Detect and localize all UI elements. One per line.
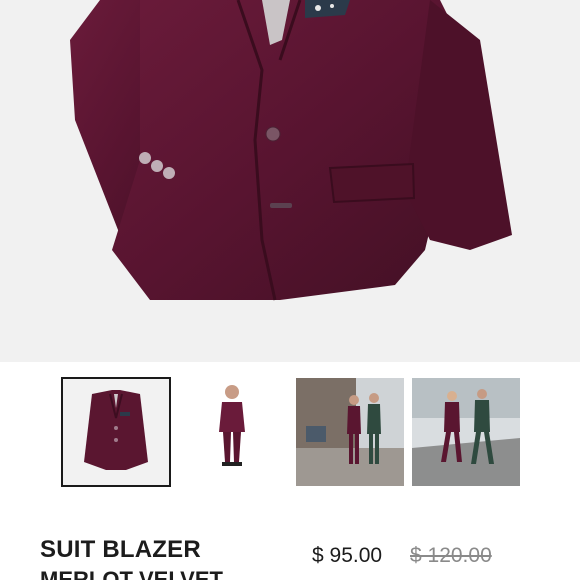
thumbnail-strip bbox=[0, 362, 580, 500]
product-hero-image[interactable] bbox=[0, 0, 580, 362]
two-boys-walking-thumb-image bbox=[412, 378, 520, 486]
product-subtitle: MERLOT VELVET bbox=[40, 567, 223, 580]
thumbnail-two-boys-street[interactable] bbox=[296, 378, 404, 486]
product-title: SUIT BLAZER bbox=[40, 536, 201, 563]
original-price: $ 120.00 bbox=[410, 544, 492, 567]
thumbnail-blazer[interactable] bbox=[61, 377, 171, 487]
thumbnail-boy-outfit[interactable] bbox=[178, 378, 286, 486]
product-info: SUIT BLAZER MERLOT VELVET $ 95.00 $ 120.… bbox=[0, 500, 580, 580]
blazer-thumb-image bbox=[62, 378, 170, 486]
blazer-image bbox=[70, 0, 512, 301]
current-price: $ 95.00 bbox=[312, 544, 383, 567]
thumbnail-two-boys-walking[interactable] bbox=[412, 378, 520, 486]
two-boys-street-thumb-image bbox=[296, 378, 404, 486]
boy-outfit-thumb-image bbox=[178, 378, 286, 486]
